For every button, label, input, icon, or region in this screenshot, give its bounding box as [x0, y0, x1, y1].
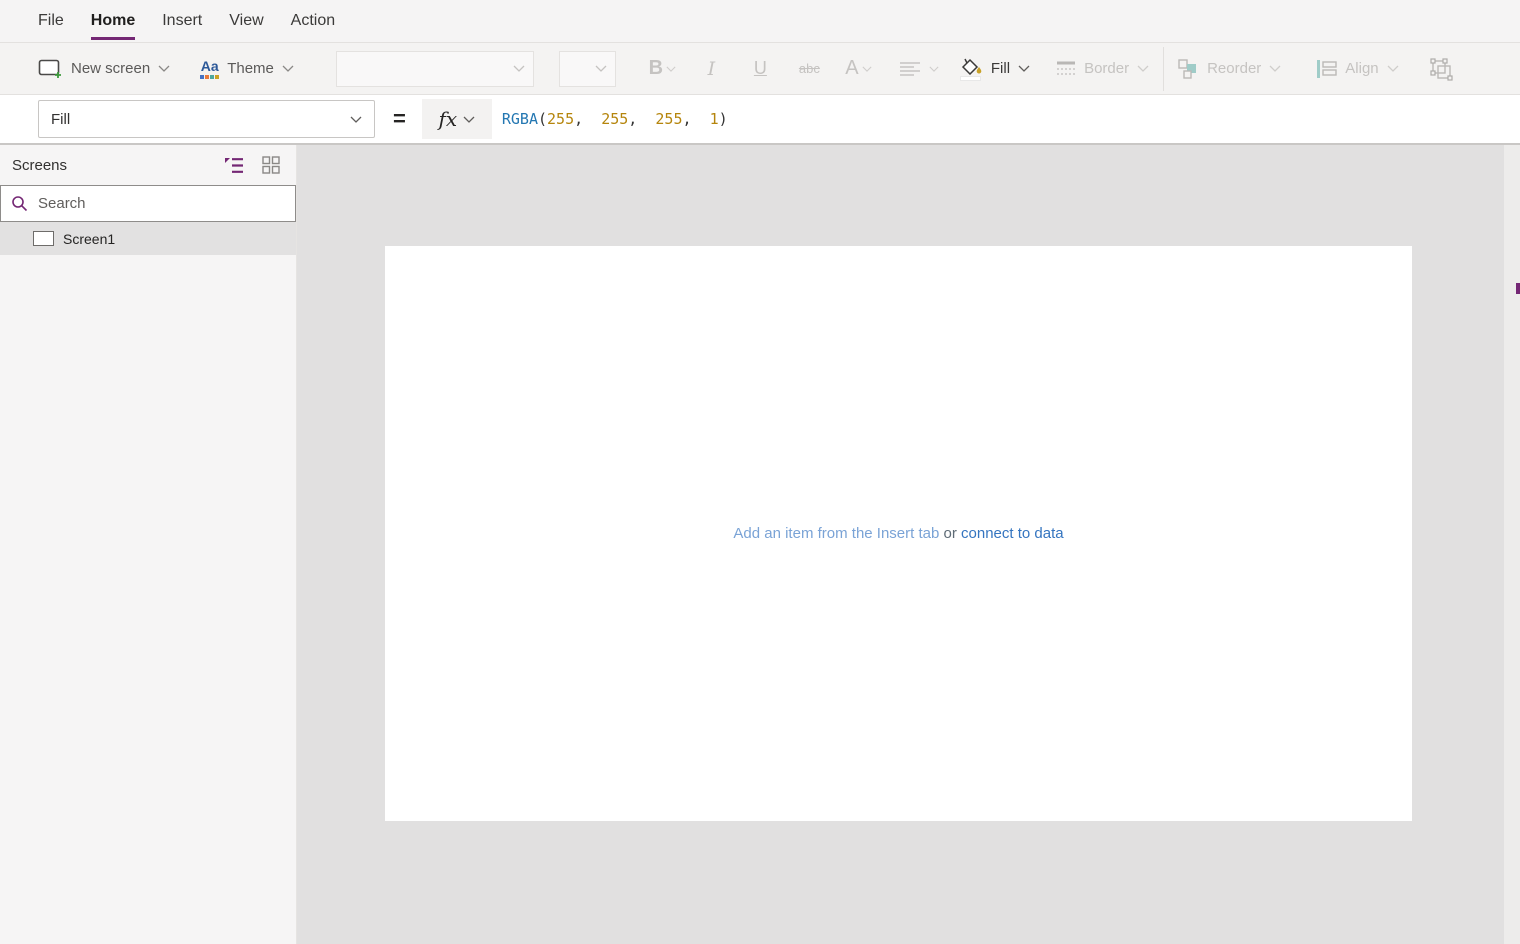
toolbar-divider	[1163, 47, 1164, 91]
screen-thumbnail-icon	[33, 231, 54, 246]
font-color-button[interactable]: A	[834, 49, 883, 89]
chevron-down-icon	[929, 66, 939, 72]
font-color-label: A	[845, 57, 858, 80]
hint-conjunction: or	[939, 525, 961, 542]
scrollbar-thumb[interactable]	[1516, 283, 1520, 294]
formula-token: RGBA	[502, 110, 538, 128]
reorder-label: Reorder	[1207, 60, 1261, 77]
chevron-down-icon	[158, 65, 170, 72]
screen-item-label: Screen1	[63, 231, 115, 247]
align-label: Align	[1345, 60, 1378, 77]
search-box	[0, 185, 296, 222]
bold-label: B	[649, 57, 663, 80]
search-input[interactable]	[38, 195, 285, 212]
fx-icon: fx	[439, 107, 458, 131]
text-align-button[interactable]	[899, 49, 939, 89]
fx-dropdown[interactable]: fx	[422, 99, 492, 139]
formula-token: 1	[710, 110, 719, 128]
formula-token: (	[538, 110, 547, 128]
font-family-dropdown[interactable]	[336, 51, 534, 87]
menu-bar: File Home Insert View Action	[0, 0, 1520, 43]
new-screen-icon	[38, 59, 63, 79]
formula-bar: Fill = fx RGBA(255, 255, 255, 1)	[0, 95, 1520, 145]
chevron-down-icon	[1269, 65, 1281, 72]
screens-panel-title: Screens	[12, 157, 67, 174]
new-screen-button[interactable]: New screen	[38, 49, 170, 89]
chevron-down-icon	[1137, 65, 1149, 72]
formula-token: )	[719, 110, 728, 128]
menu-item-insert[interactable]: Insert	[162, 0, 202, 43]
app-window: File Home Insert View Action New screen …	[0, 0, 1520, 944]
formula-token: ,	[682, 110, 709, 128]
formula-token: ,	[574, 110, 601, 128]
formula-token: ,	[628, 110, 655, 128]
new-screen-label: New screen	[71, 60, 150, 77]
reorder-icon	[1178, 59, 1199, 79]
thumbnail-view-icon[interactable]	[260, 154, 282, 176]
formula-token: 255	[601, 110, 628, 128]
theme-button[interactable]: Aa Theme	[200, 49, 294, 89]
chevron-down-icon	[282, 65, 294, 72]
fill-bucket-icon	[959, 57, 983, 81]
formula-token: 255	[655, 110, 682, 128]
italic-button[interactable]: I	[687, 49, 736, 89]
chevron-down-icon	[1018, 65, 1030, 72]
chevron-down-icon	[463, 116, 475, 123]
canvas-area: Add an item from the Insert tab or conne…	[297, 145, 1520, 944]
text-align-icon	[899, 61, 921, 77]
toolbar: New screen Aa Theme	[0, 43, 1520, 95]
menu-item-action[interactable]: Action	[291, 0, 335, 43]
screen-canvas[interactable]: Add an item from the Insert tab or conne…	[385, 246, 1412, 821]
chevron-down-icon	[350, 116, 362, 123]
font-size-dropdown[interactable]	[559, 51, 616, 87]
screen-list: Screen1	[0, 222, 296, 255]
italic-label: I	[708, 58, 716, 80]
theme-icon: Aa	[200, 59, 219, 79]
chevron-down-icon	[666, 66, 676, 72]
screens-panel-header: Screens	[0, 145, 296, 185]
strikethrough-label: abc	[799, 61, 820, 76]
fill-label: Fill	[991, 60, 1010, 77]
menu-item-file[interactable]: File	[38, 0, 64, 43]
content-area: Screens	[0, 145, 1520, 944]
menu-item-home[interactable]: Home	[91, 0, 135, 43]
underline-label: U	[754, 58, 767, 79]
fill-button[interactable]: Fill	[959, 49, 1030, 89]
theme-label: Theme	[227, 60, 274, 77]
chevron-down-icon	[862, 66, 872, 72]
chevron-down-icon	[1387, 65, 1399, 72]
insert-tab-link[interactable]: Add an item from the Insert tab	[733, 525, 939, 542]
screens-panel: Screens	[0, 145, 297, 944]
tree-view-icon[interactable]	[223, 154, 245, 176]
chevron-down-icon	[513, 65, 525, 72]
formula-token: 255	[547, 110, 574, 128]
strikethrough-button[interactable]: abc	[785, 49, 834, 89]
group-icon	[1429, 57, 1453, 81]
border-icon	[1056, 61, 1076, 77]
bold-button[interactable]: B	[638, 49, 687, 89]
formula-input[interactable]: RGBA(255, 255, 255, 1)	[492, 99, 1520, 139]
equals-sign: =	[393, 106, 406, 132]
empty-canvas-hint: Add an item from the Insert tab or conne…	[733, 525, 1063, 542]
chevron-down-icon	[595, 65, 607, 72]
align-button[interactable]: Align	[1317, 49, 1398, 89]
connect-to-data-link[interactable]: connect to data	[961, 525, 1064, 542]
reorder-button[interactable]: Reorder	[1178, 49, 1281, 89]
vertical-scrollbar[interactable]	[1504, 145, 1520, 944]
property-dropdown-value: Fill	[51, 111, 70, 128]
screen-list-item-screen1[interactable]: Screen1	[0, 222, 296, 255]
align-icon	[1317, 60, 1337, 78]
border-label: Border	[1084, 60, 1129, 77]
property-dropdown[interactable]: Fill	[38, 100, 375, 138]
group-button[interactable]	[1429, 49, 1453, 89]
underline-button[interactable]: U	[736, 49, 785, 89]
border-button[interactable]: Border	[1056, 49, 1149, 89]
menu-item-view[interactable]: View	[229, 0, 263, 43]
search-icon	[11, 195, 28, 212]
